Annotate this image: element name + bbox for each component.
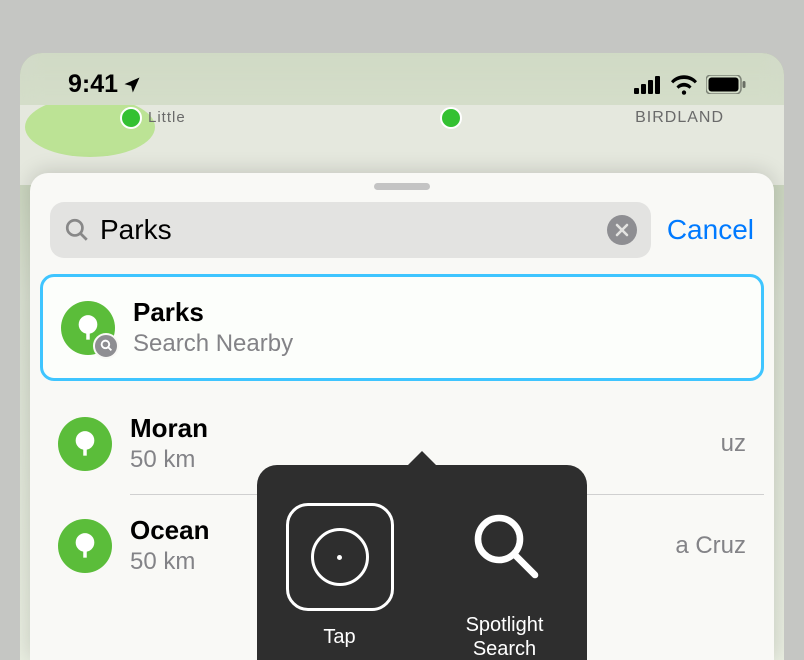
phone-frame: 9:41 Little BIRDLAND Parks Cancel [20, 53, 784, 660]
spotlight-label: Spotlight Search [466, 613, 544, 660]
sheet-grabber[interactable] [374, 183, 430, 190]
result-trailing: uz [721, 430, 746, 458]
status-icons [634, 75, 746, 95]
location-arrow-icon [122, 75, 142, 95]
spotlight-search-icon [469, 509, 541, 581]
tap-action[interactable]: Tap [257, 465, 422, 660]
tree-icon [61, 301, 115, 355]
search-value: Parks [100, 214, 597, 246]
clear-button[interactable] [607, 215, 637, 245]
search-input[interactable]: Parks [50, 202, 651, 258]
spotlight-action[interactable]: Spotlight Search [422, 465, 587, 660]
status-time: 9:41 [68, 70, 142, 99]
result-text: Parks Search Nearby [133, 297, 743, 358]
time-text: 9:41 [68, 70, 118, 99]
wifi-icon [671, 75, 697, 95]
result-trailing: a Cruz [675, 532, 746, 560]
tree-icon [58, 519, 112, 573]
result-title: Parks [133, 297, 743, 328]
tree-icon [58, 417, 112, 471]
result-row-parks[interactable]: Parks Search Nearby [40, 274, 764, 381]
search-row: Parks Cancel [30, 190, 774, 272]
map-label-birdland: BIRDLAND [635, 109, 724, 127]
map-pin-icon[interactable] [440, 107, 462, 129]
map-label-little: Little [148, 109, 186, 126]
accessibility-popover: Tap Spotlight Search [257, 465, 587, 660]
status-bar: 9:41 [20, 53, 784, 105]
magnifying-glass-icon [64, 217, 90, 243]
tap-label: Tap [323, 625, 355, 649]
result-title: Moran [130, 413, 703, 444]
x-icon [615, 223, 629, 237]
map-pin-icon[interactable] [120, 107, 142, 129]
result-subtitle: Search Nearby [133, 330, 743, 358]
search-badge-icon [93, 333, 119, 359]
popover-arrow-icon [406, 451, 438, 467]
cancel-button[interactable]: Cancel [667, 214, 754, 246]
tap-icon [286, 503, 394, 611]
battery-icon [706, 75, 746, 94]
cellular-icon [634, 76, 662, 94]
